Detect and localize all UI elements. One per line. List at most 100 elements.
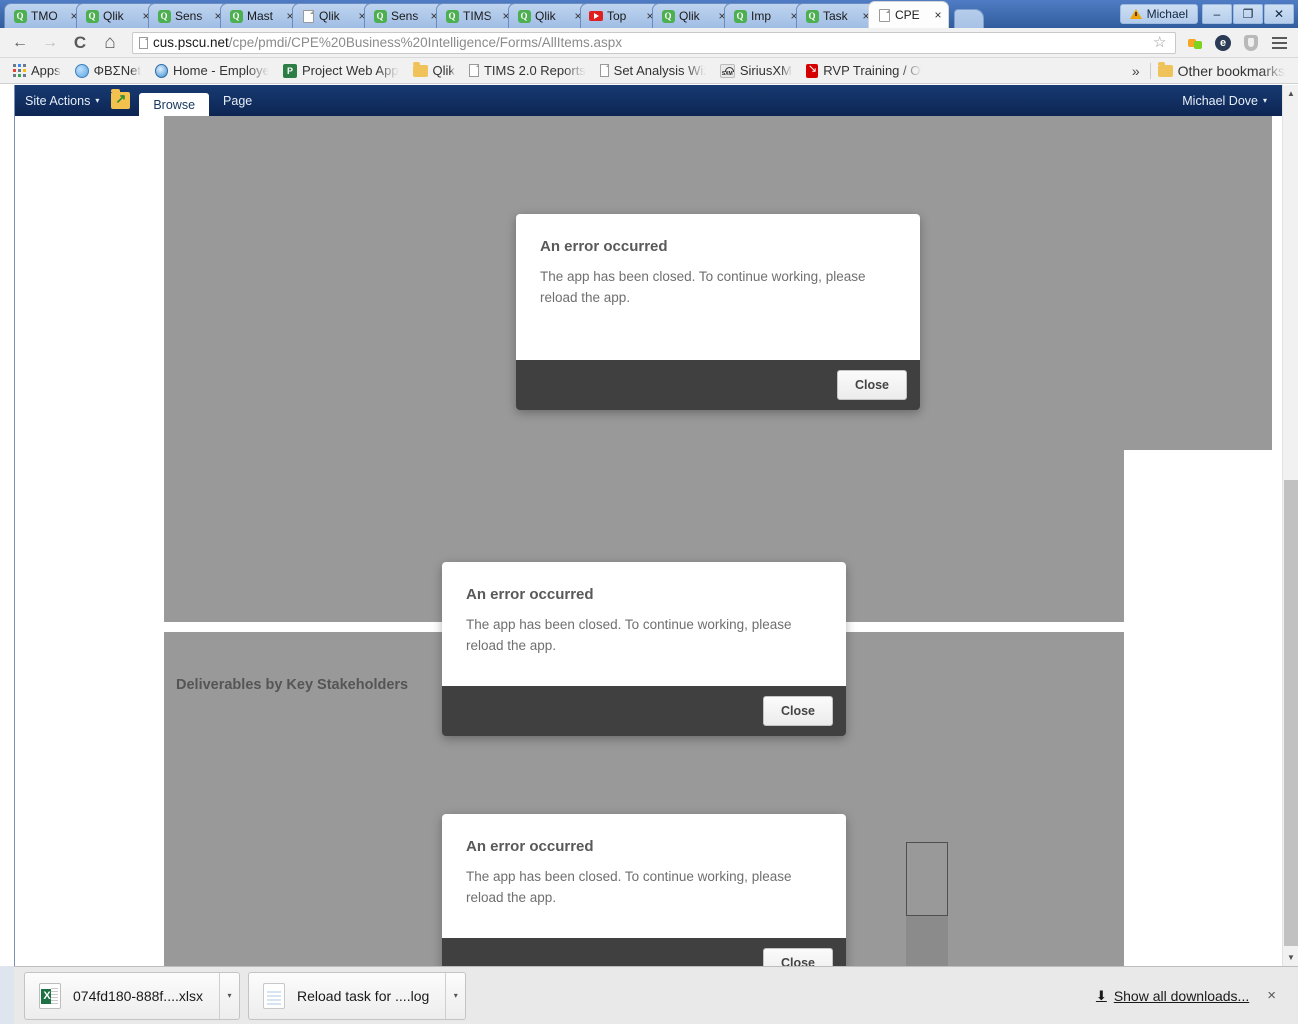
bookmark-home-employee[interactable]: Home - Employee	[148, 60, 276, 82]
download-arrow-icon: ⬇	[1095, 987, 1107, 1003]
tab-title: Sens	[175, 9, 203, 23]
page-viewport: Site Actions ▾ Browse Page Michael Dove …	[0, 85, 1298, 966]
download-shelf: 074fd180-888f....xlsx ▾ Reload task for …	[14, 966, 1298, 1024]
sharepoint-ribbon: Site Actions ▾ Browse Page Michael Dove …	[15, 85, 1283, 116]
dialog-body: An error occurred The app has been close…	[442, 562, 846, 687]
new-tab-button[interactable]	[954, 9, 984, 28]
scrollbar-track[interactable]	[1283, 102, 1298, 480]
rvp-icon	[805, 62, 819, 78]
back-button[interactable]: ←	[6, 30, 34, 56]
bookmark-siriusxm[interactable]: SXM SiriusXM	[713, 60, 799, 82]
chrome-menu-icon[interactable]	[1266, 30, 1292, 56]
user-menu[interactable]: Michael Dove ▾	[1182, 94, 1283, 108]
restore-button[interactable]: ❐	[1233, 4, 1263, 24]
bookmark-other-bookmarks[interactable]: Other bookmarks	[1151, 60, 1292, 82]
dialog-footer: Close	[516, 360, 920, 411]
profile-name: Michael	[1146, 7, 1188, 21]
bookmark-project-web-app[interactable]: P Project Web App	[276, 60, 406, 82]
qlik-icon: Q	[805, 9, 819, 23]
page-left-gutter	[0, 85, 14, 966]
bookmark-label: Home - Employee	[173, 63, 269, 78]
reload-icon[interactable]: C	[66, 30, 94, 56]
close-shelf-icon[interactable]: ×	[1263, 987, 1280, 1004]
browser-tab[interactable]: Q Imp ×	[724, 3, 805, 28]
browser-tab[interactable]: Q Task ×	[796, 3, 877, 28]
bookmarks-overflow-chevron[interactable]: »	[1122, 63, 1150, 79]
page-info-icon[interactable]	[139, 36, 148, 49]
site-actions-menu[interactable]: Site Actions ▾	[25, 94, 99, 108]
qlik-icon: Q	[85, 9, 99, 23]
window-controls-area: Michael – ❐ ✕	[1119, 0, 1298, 28]
download-item[interactable]: Reload task for ....log ▾	[247, 971, 467, 1020]
bookmark-tims-reports[interactable]: TIMS 2.0 Reports	[462, 60, 593, 82]
browser-tab[interactable]: Q Sens ×	[364, 3, 445, 28]
address-bar[interactable]: cus.pscu.net/cpe/pmdi/CPE%20Business%20I…	[132, 31, 1176, 54]
tab-title: TMO	[31, 9, 58, 23]
ie-globe-icon	[154, 63, 169, 78]
profile-circle-icon[interactable]: e	[1210, 30, 1236, 56]
download-menu-icon[interactable]: ▾	[445, 972, 465, 1019]
browser-tab[interactable]: Q TIMS ×	[436, 3, 517, 28]
browser-tab[interactable]: Q Qlik ×	[652, 3, 733, 28]
browser-tab[interactable]: Q TMO ×	[4, 3, 85, 28]
download-item[interactable]: 074fd180-888f....xlsx ▾	[24, 971, 240, 1020]
download-item-main[interactable]: 074fd180-888f....xlsx	[25, 973, 219, 1019]
chart-bar-fill	[906, 916, 948, 966]
browser-tab[interactable]: Q Mast ×	[220, 3, 301, 28]
show-all-downloads-label: Show all downloads...	[1113, 987, 1250, 1004]
browser-tab[interactable]: Q Qlik ×	[76, 3, 157, 28]
error-dialog: An error occurred The app has been close…	[442, 562, 846, 737]
chevron-down-icon: ▾	[1262, 96, 1267, 105]
tab-browse[interactable]: Browse	[139, 93, 210, 116]
download-menu-icon[interactable]: ▾	[218, 972, 239, 1019]
page-scrollbar[interactable]: ▲ ▼	[1282, 85, 1298, 966]
bookmark-label: Apps	[31, 63, 61, 78]
download-item-main[interactable]: Reload task for ....log	[249, 973, 445, 1019]
navigate-up-icon[interactable]	[111, 89, 131, 109]
bookmark-rvp-training[interactable]: RVP Training / Ove	[799, 60, 929, 82]
browser-tab[interactable]: Q Qlik ×	[508, 3, 589, 28]
close-button[interactable]: Close	[762, 948, 833, 966]
qlik-icon: Q	[13, 9, 27, 23]
browser-tab[interactable]: Q Sens ×	[148, 3, 229, 28]
home-icon[interactable]: ⌂	[96, 30, 124, 56]
tab-page[interactable]: Page	[209, 90, 266, 112]
tab-title: Qlik	[103, 9, 124, 23]
browser-tab-active[interactable]: CPE ×	[868, 1, 949, 28]
close-button[interactable]: Close	[762, 696, 833, 727]
close-icon[interactable]: ×	[932, 9, 944, 21]
close-button[interactable]: Close	[836, 370, 907, 401]
minimize-button[interactable]: –	[1202, 4, 1232, 24]
scroll-up-arrow-icon[interactable]: ▲	[1283, 85, 1298, 102]
document-icon	[877, 8, 891, 22]
bookmark-star-icon[interactable]: ☆	[1153, 35, 1169, 50]
browser-tab[interactable]: Top ×	[580, 3, 661, 28]
show-all-downloads-link[interactable]: ⬇ Show all downloads...	[1096, 988, 1249, 1004]
bookmark-pbsnet[interactable]: ΦΒΣNet	[68, 60, 148, 82]
shield-icon[interactable]	[1238, 30, 1264, 56]
profile-chip[interactable]: Michael	[1119, 4, 1198, 24]
dialog-title: An error occurred	[466, 586, 594, 603]
bookmark-label: TIMS 2.0 Reports	[483, 63, 586, 78]
bookmark-apps[interactable]: Apps	[6, 60, 68, 82]
scrollbar-thumb[interactable]	[1284, 480, 1298, 946]
project-icon: P	[282, 63, 297, 78]
qlik-icon: Q	[733, 9, 747, 23]
browser-tab-strip: Q TMO × Q Qlik × Q Sens × Q Mast × Qlik …	[0, 0, 1298, 28]
folder-icon	[1157, 61, 1173, 77]
dialog-footer: Close	[442, 686, 846, 737]
user-name: Michael Dove	[1182, 93, 1258, 108]
siriusxm-icon: SXM	[719, 63, 735, 78]
qlik-icon: Q	[157, 9, 171, 23]
close-window-button[interactable]: ✕	[1264, 4, 1294, 24]
tab-title: Task	[823, 9, 848, 23]
page-left-border	[14, 85, 15, 966]
bookmark-qlik-folder[interactable]: Qlik	[406, 60, 462, 82]
browser-tab[interactable]: Qlik ×	[292, 3, 373, 28]
extension-icon[interactable]	[1182, 30, 1208, 56]
forward-button[interactable]: →	[36, 30, 64, 56]
bookmark-set-analysis-wizard[interactable]: Set Analysis Wizar	[593, 60, 713, 82]
document-icon	[599, 64, 609, 77]
scroll-down-arrow-icon[interactable]: ▼	[1283, 949, 1298, 966]
warning-icon	[1129, 9, 1142, 19]
